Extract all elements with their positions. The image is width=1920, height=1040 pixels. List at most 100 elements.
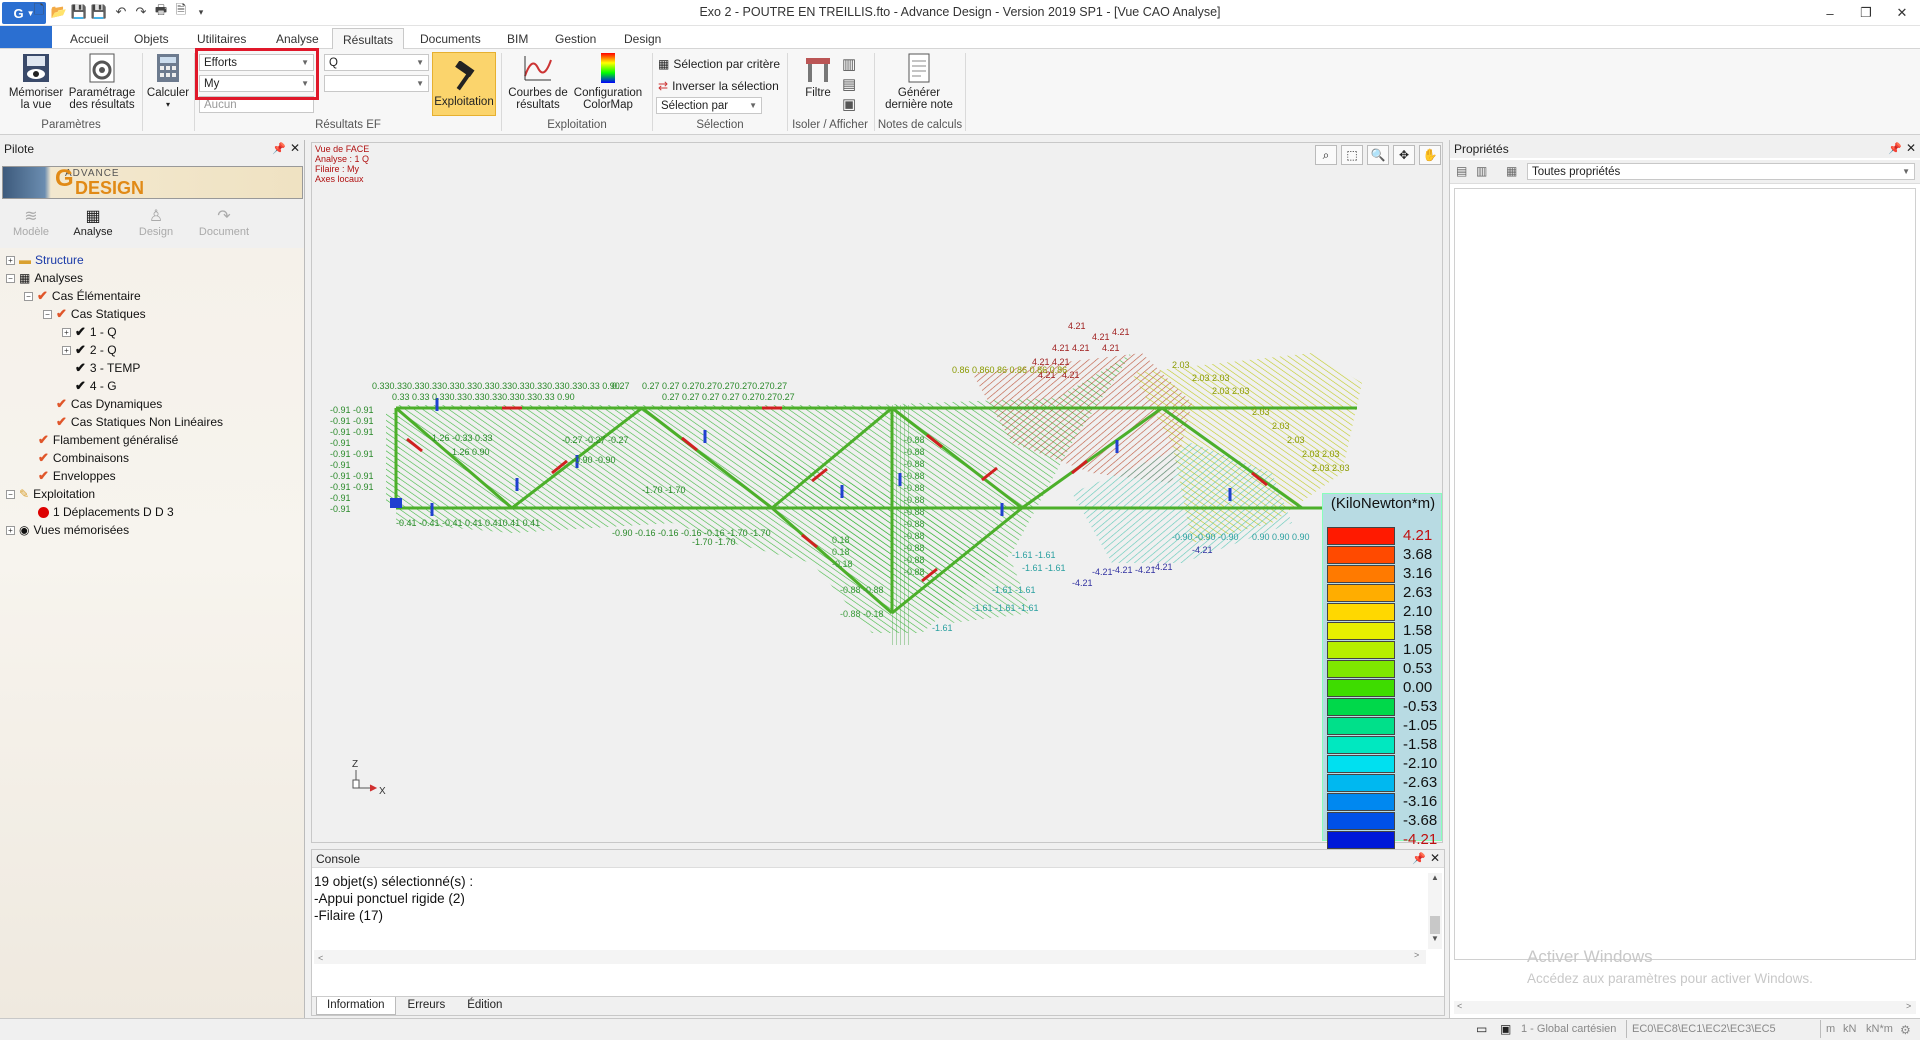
filtre-button[interactable]: Filtre [792, 52, 844, 99]
close-window-button[interactable]: ✕ [1884, 0, 1920, 26]
tree-item-deplacements[interactable]: 1 Déplacements D D 3 [38, 503, 174, 521]
tree-item-case-2q[interactable]: + ✔ 2 - Q [62, 341, 117, 359]
tab-erreurs[interactable]: Erreurs [398, 997, 456, 1015]
tree-item-cas-non-lineaires[interactable]: ✔ Cas Statiques Non Linéaires [56, 413, 223, 431]
tree-item-cas-statiques[interactable]: − ✔ Cas Statiques [43, 305, 146, 323]
tab-information[interactable]: Information [316, 997, 396, 1015]
mode-modele[interactable]: ≋ Modèle [8, 206, 54, 238]
coordinate-system[interactable]: 1 - Global cartésien [1521, 1023, 1616, 1035]
minimize-button[interactable]: – [1812, 0, 1848, 26]
tab-gestion[interactable]: Gestion [545, 28, 606, 49]
expand-icon[interactable]: + [62, 327, 71, 337]
mode-analyse[interactable]: ▦ Analyse [70, 206, 116, 238]
tree-item-structure[interactable]: + ▬ Structure [6, 251, 84, 269]
collapse-icon[interactable]: − [43, 309, 52, 319]
tab-design[interactable]: Design [614, 28, 671, 49]
svg-text:2.03 2.03: 2.03 2.03 [1312, 463, 1350, 473]
status-settings-icon[interactable]: ⚙ [1900, 1023, 1911, 1037]
svg-text:-0.88: -0.88 [904, 543, 925, 553]
collapse-icon[interactable]: − [6, 273, 15, 283]
load-case-second-select[interactable]: ▼ [324, 75, 429, 92]
unit-moment[interactable]: kN*m [1866, 1023, 1893, 1035]
expand-icon[interactable]: + [6, 255, 15, 265]
svg-text:-1.61 -1.61: -1.61 -1.61 [992, 585, 1036, 595]
inverser-selection-button[interactable]: ⇄ Inverser la sélection [658, 76, 779, 96]
pin-icon[interactable]: 📌 [1412, 852, 1426, 865]
expand-icon[interactable]: + [62, 345, 71, 355]
close-icon[interactable]: ✕ [290, 141, 300, 155]
generer-note-button[interactable]: Générer dernière note [878, 52, 960, 111]
tree-item-case-g[interactable]: ✔ 4 - G [75, 377, 117, 395]
tree-item-case-1q[interactable]: + ✔ 1 - Q [62, 323, 117, 341]
calculer-button[interactable]: Calculer ▾ [144, 52, 192, 111]
load-case-select[interactable]: Q ▼ [324, 54, 429, 71]
tab-accueil[interactable]: Accueil [60, 28, 119, 49]
expand-icon[interactable]: + [6, 525, 15, 535]
collapse-icon[interactable]: − [6, 489, 15, 499]
console-vscrollbar[interactable]: ▲ ▼ [1428, 873, 1442, 949]
tab-objets[interactable]: Objets [124, 28, 179, 49]
save-props-icon[interactable]: ▤ [1456, 164, 1467, 178]
courbes-resultats-button[interactable]: Courbes de résultats [506, 52, 570, 111]
pin-icon[interactable]: 📌 [1888, 142, 1902, 155]
tree-item-enveloppes[interactable]: ✔ Enveloppes [38, 467, 116, 485]
unit-force[interactable]: kN [1843, 1023, 1856, 1035]
axis-z-label: Z [352, 759, 358, 770]
tab-edition[interactable]: Édition [457, 997, 512, 1015]
tab-bim[interactable]: BIM [497, 28, 538, 49]
console-hscrollbar[interactable]: < > [314, 950, 1426, 964]
unit-length[interactable]: m [1826, 1023, 1835, 1035]
tab-resultats[interactable]: Résultats [332, 28, 405, 50]
scroll-left-icon[interactable]: < [314, 953, 323, 963]
select-criteria-icon: ▦ [658, 57, 670, 71]
properties-grid[interactable] [1454, 188, 1916, 960]
eurocode-list[interactable]: EC0\EC8\EC1\EC2\EC3\EC5 [1632, 1023, 1776, 1035]
console-output[interactable]: 19 objet(s) sélectionné(s) : -Appui ponc… [314, 873, 1426, 949]
copy-props-icon[interactable]: ▥ [1476, 164, 1487, 178]
tree-item-cas-dynamiques[interactable]: ✔ Cas Dynamiques [56, 395, 162, 413]
tree-item-case-temp[interactable]: ✔ 3 - TEMP [75, 359, 140, 377]
svg-text:-4.21: -4.21 [1072, 578, 1093, 588]
parametrage-resultats-button[interactable]: Paramétrage des résultats [68, 52, 136, 111]
tree-item-flambement[interactable]: ✔ Flambement généralisé [38, 431, 178, 449]
colormap-config-button[interactable]: Configuration ColorMap [572, 52, 644, 111]
close-icon[interactable]: ✕ [1906, 141, 1916, 155]
show-icon[interactable]: ▤ [842, 75, 856, 95]
colormap-icon [592, 52, 624, 84]
tree-item-vues-memorisees[interactable]: + ◉ Vues mémorisées [6, 521, 129, 539]
tab-utilitaires[interactable]: Utilitaires [187, 28, 256, 49]
scroll-up-icon[interactable]: ▲ [1428, 873, 1442, 882]
memoriser-vue-button[interactable]: Mémoriser la vue [6, 52, 66, 111]
tree-item-analyses[interactable]: − ▦ Analyses [6, 269, 83, 287]
scroll-down-icon[interactable]: ▼ [1428, 934, 1442, 943]
mode-design[interactable]: ♙ Design [133, 206, 179, 238]
scroll-thumb[interactable] [1430, 916, 1440, 934]
tree-item-exploitation[interactable]: − ✎ Exploitation [6, 485, 95, 503]
restore-button[interactable]: ❐ [1848, 0, 1884, 26]
scroll-left-icon[interactable]: < [1454, 1001, 1462, 1011]
pin-icon[interactable]: 📌 [272, 142, 286, 155]
file-tab[interactable] [0, 26, 52, 48]
tree-item-cas-elementaire[interactable]: − ✔ Cas Élémentaire [24, 287, 141, 305]
tree-item-combinaisons[interactable]: ✔ Combinaisons [38, 449, 129, 467]
tab-documents[interactable]: Documents [410, 28, 491, 49]
mode-document[interactable]: ↷ Document [196, 206, 252, 238]
scroll-right-icon[interactable]: > [1906, 1001, 1911, 1011]
tab-analyse[interactable]: Analyse [266, 28, 329, 49]
svg-text:2.03: 2.03 [1287, 435, 1305, 445]
properties-filter-select[interactable]: Toutes propriétés ▼ [1527, 163, 1915, 180]
hide-icon[interactable]: ▣ [842, 95, 856, 115]
close-icon[interactable]: ✕ [1430, 851, 1440, 865]
scroll-right-icon[interactable]: > [1414, 950, 1419, 960]
legend-swatch [1327, 792, 1395, 811]
selection-critere-button[interactable]: ▦ Sélection par critère [658, 54, 780, 74]
status-grid-icon[interactable]: ▭ [1476, 1022, 1487, 1036]
cad-viewport[interactable]: Vue de FACE Analyse : 1 Q Filaire : My A… [311, 142, 1443, 843]
isolate-icon[interactable]: ▥ [842, 55, 856, 75]
properties-hscrollbar[interactable]: < > [1454, 1001, 1916, 1014]
selection-par-select[interactable]: Sélection par ▼ [656, 97, 762, 114]
filter-props-icon[interactable]: ▦ [1506, 164, 1517, 178]
status-snap-icon[interactable]: ▣ [1500, 1022, 1511, 1036]
exploitation-button[interactable]: Exploitation [432, 52, 496, 116]
collapse-icon[interactable]: − [24, 291, 33, 301]
